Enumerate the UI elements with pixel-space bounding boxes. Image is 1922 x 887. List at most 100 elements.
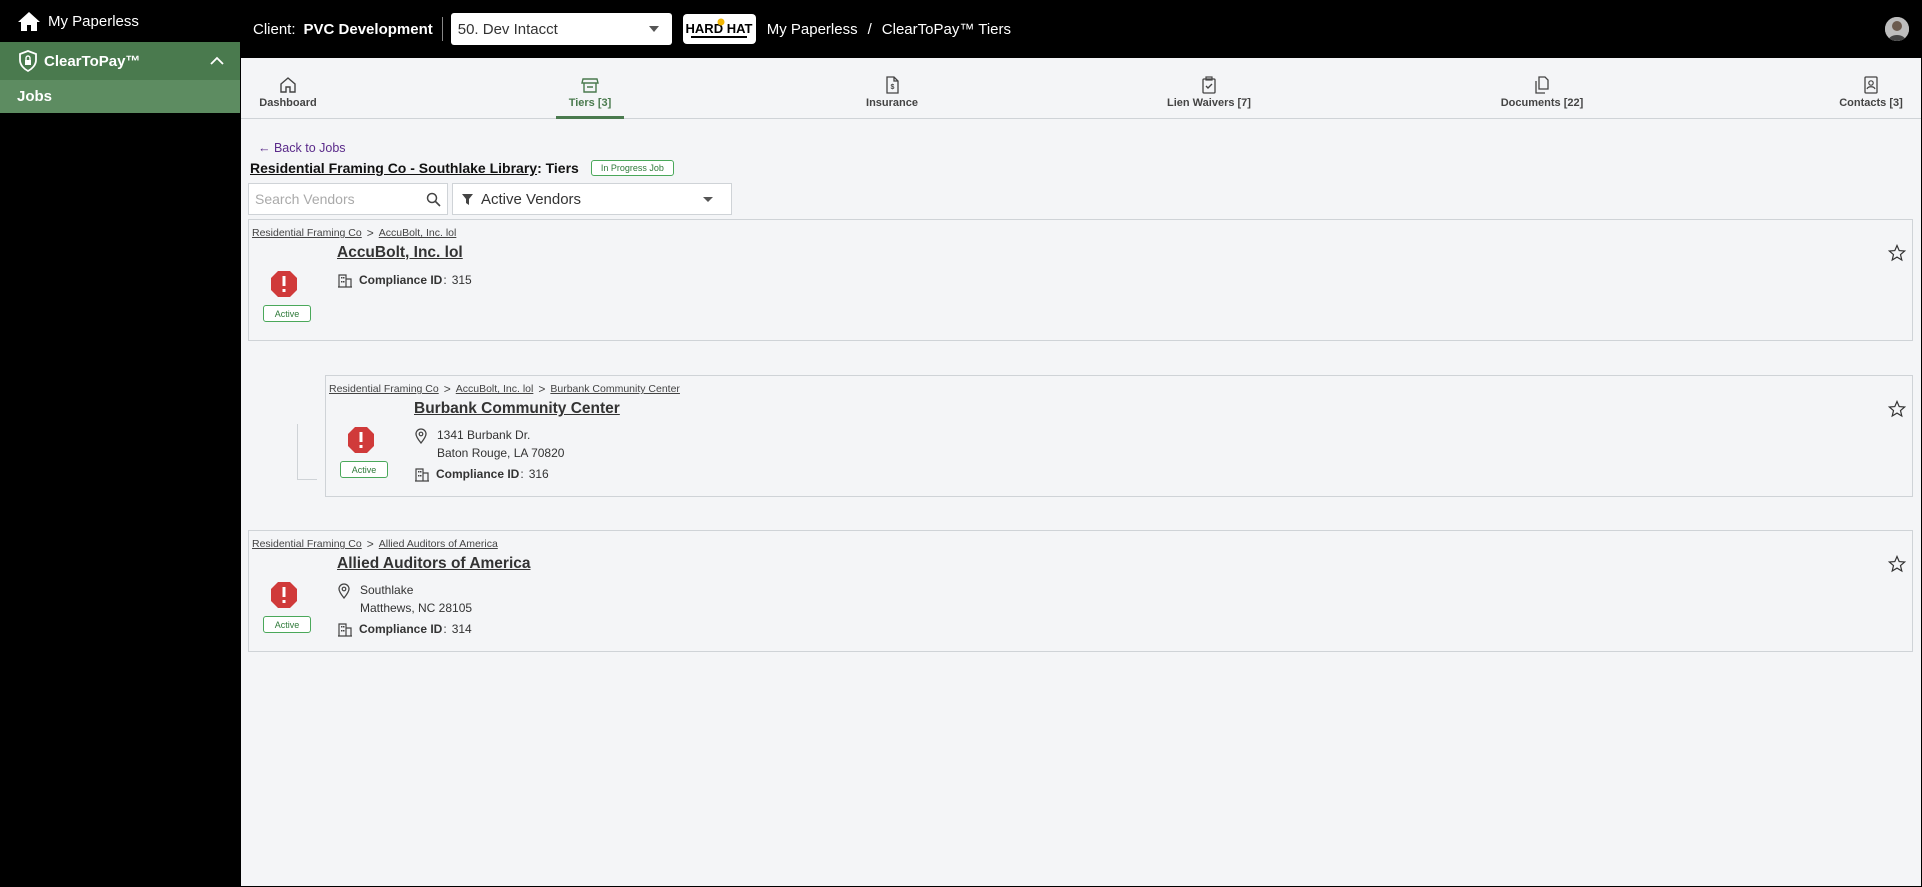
sidebar-item-jobs[interactable]: Jobs — [0, 80, 240, 113]
sidebar-app-cleartopay[interactable]: ClearToPay™ — [0, 42, 240, 80]
svg-text:$: $ — [891, 84, 895, 91]
breadcrumb-separator: > — [538, 382, 546, 396]
tab-tiers[interactable]: Tiers [3] — [556, 58, 624, 119]
home-icon — [18, 12, 40, 31]
compliance-value: 316 — [528, 467, 549, 481]
breadcrumb-separator: > — [366, 537, 374, 551]
address-line: 1341 Burbank Dr. — [437, 428, 531, 442]
tier-connector-line — [297, 424, 317, 480]
insurance-doc-icon: $ — [886, 75, 899, 94]
tab-lien-waivers[interactable]: Lien Waivers [7] — [1159, 58, 1259, 119]
job-name-link[interactable]: Residential Framing Co - Southlake Libra… — [250, 160, 537, 176]
building-icon — [338, 623, 352, 637]
alert-octagon-icon — [271, 582, 297, 608]
breadcrumb-link[interactable]: Residential Framing Co — [329, 383, 439, 395]
colon: : — [520, 467, 524, 481]
breadcrumb-link[interactable]: Residential Framing Co — [252, 538, 362, 550]
vendor-breadcrumb: Residential Framing Co > Allied Auditors… — [252, 537, 498, 551]
tab-label: Tiers [3] — [568, 96, 612, 109]
company-select-value: 50. Dev Intacct — [457, 20, 558, 38]
colon: : — [443, 622, 447, 636]
vendor-name-link[interactable]: AccuBolt, Inc. lol — [337, 244, 463, 262]
address-line: Baton Rouge, LA 70820 — [437, 446, 565, 460]
sidebar-home-label: My Paperless — [48, 12, 139, 30]
store-icon — [581, 77, 599, 93]
chevron-up-icon[interactable] — [210, 56, 224, 66]
compliance-id: Compliance ID: 315 — [337, 272, 472, 288]
home-icon — [280, 76, 296, 93]
building-icon — [415, 468, 429, 482]
filter-icon — [462, 193, 473, 205]
sidebar-home-link[interactable]: My Paperless — [0, 0, 240, 42]
tab-label: Dashboard — [259, 96, 317, 109]
filter-value: Active Vendors — [481, 190, 582, 208]
building-icon — [338, 274, 352, 288]
tab-label: Insurance — [866, 96, 918, 109]
tab-documents[interactable]: Documents [22] — [1495, 58, 1589, 119]
breadcrumb-link[interactable]: AccuBolt, Inc. lol — [379, 227, 457, 239]
compliance-value: 314 — [451, 622, 472, 636]
breadcrumb-separator: / — [867, 20, 872, 38]
breadcrumb-separator: > — [443, 382, 451, 396]
main-content: Dashboard Tiers [3] $ Insurance Lien Wai… — [241, 58, 1921, 886]
client-name: PVC Development — [303, 20, 433, 38]
tab-insurance[interactable]: $ Insurance — [858, 58, 926, 119]
chevron-down-icon — [648, 26, 659, 32]
compliance-value: 315 — [451, 273, 472, 287]
tab-bar: Dashboard Tiers [3] $ Insurance Lien Wai… — [241, 58, 1921, 119]
vendor-card: Residential Framing Co > AccuBolt, Inc. … — [325, 375, 1913, 497]
tab-dashboard[interactable]: Dashboard — [254, 58, 322, 119]
breadcrumb-current: ClearToPay™ Tiers — [881, 20, 1011, 38]
vendor-name-link[interactable]: Allied Auditors of America — [337, 555, 531, 573]
vendor-breadcrumb: Residential Framing Co > AccuBolt, Inc. … — [329, 382, 680, 396]
vendor-card: Residential Framing Co > AccuBolt, Inc. … — [248, 219, 1913, 341]
tab-contacts[interactable]: Contacts [3] — [1832, 58, 1910, 119]
address-line: Matthews, NC 28105 — [360, 601, 473, 615]
top-bar: Client: PVC Development 50. Dev Intacct … — [240, 0, 1922, 58]
hardhat-logo: HARD HAT — [682, 14, 756, 44]
title-suffix: : Tiers — [537, 160, 579, 176]
shield-lock-icon — [19, 50, 37, 72]
contacts-book-icon — [1864, 75, 1878, 94]
vendor-breadcrumb: Residential Framing Co > AccuBolt, Inc. … — [252, 226, 456, 240]
tab-label: Lien Waivers [7] — [1167, 96, 1251, 109]
vendor-name-link[interactable]: Burbank Community Center — [414, 400, 620, 418]
company-select[interactable]: 50. Dev Intacct — [450, 13, 672, 45]
star-icon[interactable] — [1888, 244, 1906, 262]
compliance-label: Compliance ID — [359, 273, 443, 287]
status-badge: Active — [263, 305, 311, 322]
back-to-jobs-link[interactable]: ← Back to Jobs — [258, 141, 346, 155]
compliance-id: Compliance ID: 316 — [414, 466, 549, 482]
search-icon[interactable] — [426, 192, 441, 207]
sidebar: My Paperless ClearToPay™ Jobs — [0, 0, 240, 887]
search-vendors-input[interactable]: Search Vendors — [248, 183, 448, 215]
status-badge: Active — [340, 461, 388, 478]
page-title: Residential Framing Co - Southlake Libra… — [250, 160, 674, 176]
compliance-label: Compliance ID — [359, 622, 443, 636]
star-icon[interactable] — [1888, 555, 1906, 573]
breadcrumb-link[interactable]: Allied Auditors of America — [379, 538, 498, 550]
location-pin-icon — [338, 583, 350, 599]
breadcrumb-my-paperless[interactable]: My Paperless — [767, 21, 858, 38]
sidebar-app-label: ClearToPay™ — [44, 52, 141, 70]
breadcrumb-link[interactable]: Residential Framing Co — [252, 227, 362, 239]
avatar[interactable] — [1885, 17, 1909, 41]
compliance-label: Compliance ID — [436, 467, 520, 481]
clipboard-check-icon — [1202, 75, 1216, 94]
search-placeholder: Search Vendors — [255, 191, 355, 207]
tab-label: Contacts [3] — [1839, 96, 1903, 109]
breadcrumb-link[interactable]: AccuBolt, Inc. lol — [456, 383, 534, 395]
sidebar-item-label: Jobs — [17, 88, 53, 105]
vendor-address: 1341 Burbank Dr. Baton Rouge, LA 70820 — [437, 426, 564, 462]
chevron-down-icon — [703, 196, 713, 202]
colon: : — [443, 273, 447, 287]
star-icon[interactable] — [1888, 400, 1906, 418]
vendor-filter-select[interactable]: Active Vendors — [452, 183, 732, 215]
compliance-id: Compliance ID: 314 — [337, 621, 472, 637]
client-label: Client: — [253, 20, 296, 38]
breadcrumb-separator: > — [366, 226, 374, 240]
job-status-badge: In Progress Job — [590, 160, 674, 176]
address-line: Southlake — [360, 583, 414, 597]
alert-octagon-icon — [271, 271, 297, 297]
breadcrumb-link[interactable]: Burbank Community Center — [550, 383, 680, 395]
